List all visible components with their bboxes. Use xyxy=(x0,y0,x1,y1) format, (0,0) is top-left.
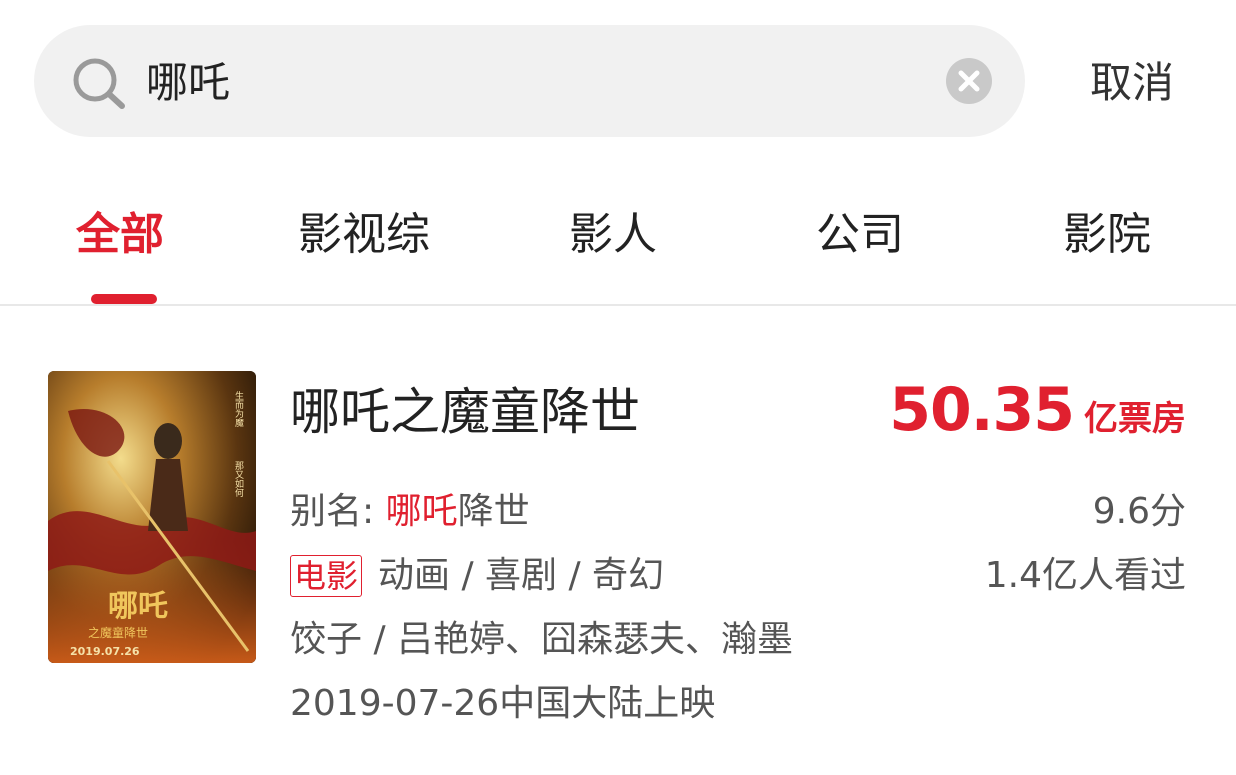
movie-result-card[interactable]: 哪吒 之魔童降世 2019.07.26 生而为魔 那又如何 哪吒之魔童降世 50… xyxy=(0,340,1236,760)
tab-people[interactable]: 影人 xyxy=(569,208,657,262)
release-date: 2019-07-26中国大陆上映 xyxy=(290,683,716,724)
tab-all[interactable]: 全部 xyxy=(76,208,164,262)
box-office-unit: 亿票房 xyxy=(1084,399,1186,439)
box-office: 50.35 亿票房 xyxy=(889,378,1186,442)
svg-text:哪吒: 哪吒 xyxy=(108,589,168,624)
svg-text:之魔童降世: 之魔童降世 xyxy=(88,625,148,640)
search-query-text[interactable]: 哪吒 xyxy=(146,58,230,108)
tab-cinemas[interactable]: 影院 xyxy=(1063,208,1151,262)
tab-companies[interactable]: 公司 xyxy=(816,208,904,262)
alias-label: 别名: xyxy=(290,491,375,532)
svg-text:2019.07.26: 2019.07.26 xyxy=(70,645,140,658)
movie-rating: 9.6分 xyxy=(1092,491,1186,532)
search-icon xyxy=(72,57,126,109)
movie-title[interactable]: 哪吒之魔童降世 xyxy=(290,382,640,442)
svg-text:那又如何: 那又如何 xyxy=(233,461,244,497)
viewer-count: 1.4亿人看过 xyxy=(984,555,1186,596)
movie-poster[interactable]: 哪吒 之魔童降世 2019.07.26 生而为魔 那又如何 xyxy=(48,371,256,663)
svg-text:生而为魔: 生而为魔 xyxy=(233,390,244,428)
alias-highlight: 哪吒 xyxy=(385,491,458,532)
tab-movies-tv-shows[interactable]: 影视综 xyxy=(298,208,430,262)
movie-alias: 别名: 哪吒降世 xyxy=(290,490,530,534)
movie-genres-row: 电影 动画 / 喜剧 / 奇幻 xyxy=(290,554,664,598)
movie-genres: 动画 / 喜剧 / 奇幻 xyxy=(378,555,665,596)
movie-cast: 饺子 / 吕艳婷、囧森瑟夫、瀚墨 xyxy=(290,619,794,660)
active-tab-indicator xyxy=(91,294,157,304)
clear-search-icon[interactable] xyxy=(946,58,992,104)
search-header: 哪吒 取消 xyxy=(0,0,1236,160)
alias-rest: 降世 xyxy=(457,491,530,532)
box-office-value: 50.35 xyxy=(889,375,1075,445)
cancel-button[interactable]: 取消 xyxy=(1090,58,1174,108)
category-tabs: 全部 影视综 影人 公司 影院 xyxy=(0,180,1236,306)
movie-type-badge: 电影 xyxy=(290,555,363,597)
